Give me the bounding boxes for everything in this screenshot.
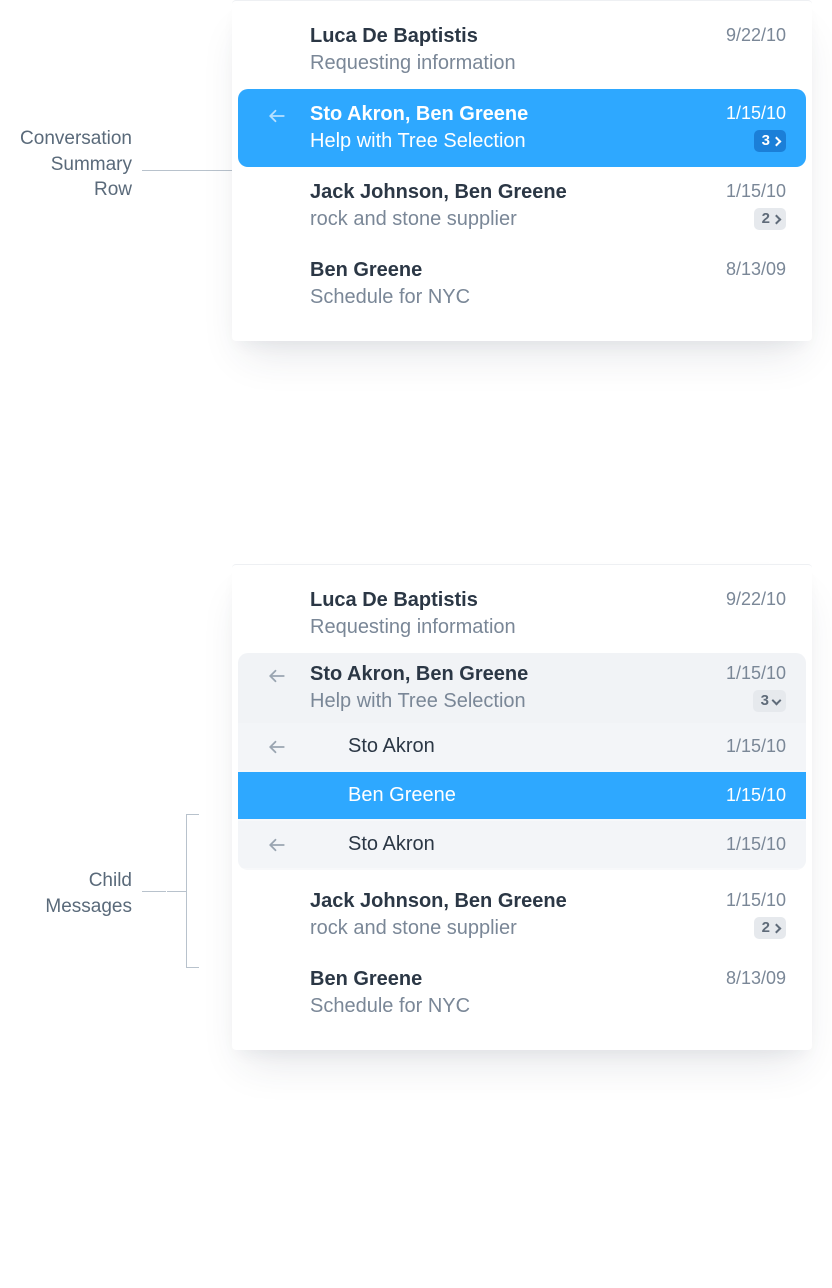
conversation-subject: Help with Tree Selection (310, 690, 722, 713)
chevron-down-icon (772, 695, 782, 705)
conversation-sender: Jack Johnson, Ben Greene (310, 181, 722, 204)
conversation-subject: Requesting information (310, 52, 722, 75)
conversation-sender: Sto Akron, Ben Greene (310, 663, 722, 686)
conversation-date: 8/13/09 (726, 968, 786, 989)
annotation-text: Conversation Summary Row (0, 126, 132, 203)
conversation-subject: Schedule for NYC (310, 995, 722, 1018)
child-message-date: 1/15/10 (726, 736, 786, 757)
annotation-connector (142, 891, 166, 892)
reply-arrow-icon (267, 106, 287, 126)
conversation-subject: Help with Tree Selection (310, 130, 722, 153)
chevron-right-icon (772, 136, 782, 146)
child-message-date: 1/15/10 (726, 834, 786, 855)
child-message-row[interactable]: Sto Akron 1/15/10 (238, 723, 806, 770)
bracket-child-messages (186, 814, 187, 968)
reply-arrow-icon (267, 666, 287, 686)
conversation-date: 1/15/10 (726, 181, 786, 202)
child-message-sender: Sto Akron (348, 735, 724, 758)
annotation-text: Child Messages (24, 868, 132, 919)
reply-arrow-icon (267, 737, 287, 757)
conversation-sender: Luca De Baptistis (310, 25, 722, 48)
reply-arrow-icon (267, 835, 287, 855)
child-messages-group: Sto Akron 1/15/10 Ben Greene 1/15/10 Sto… (238, 723, 806, 870)
conversation-row[interactable]: Ben Greene Schedule for NYC 8/13/09 (238, 954, 806, 1032)
conversation-date: 8/13/09 (726, 259, 786, 280)
conversation-row[interactable]: Luca De Baptistis Requesting information… (238, 575, 806, 653)
conversation-date: 1/15/10 (726, 663, 786, 684)
chevron-right-icon (772, 214, 782, 224)
child-message-sender: Sto Akron (348, 833, 724, 856)
child-message-date: 1/15/10 (726, 785, 786, 806)
conversation-date: 1/15/10 (726, 103, 786, 124)
conversation-row-expanded[interactable]: Sto Akron, Ben Greene Help with Tree Sel… (238, 653, 806, 723)
thread-count-badge[interactable]: 3 (753, 690, 786, 712)
chevron-right-icon (772, 923, 782, 933)
conversation-date: 1/15/10 (726, 890, 786, 911)
thread-count-badge[interactable]: 2 (754, 208, 786, 230)
conversation-sender: Luca De Baptistis (310, 589, 722, 612)
thread-count-badge[interactable]: 2 (754, 917, 786, 939)
conversation-date: 9/22/10 (726, 589, 786, 610)
conversation-list-panel-expanded: Luca De Baptistis Requesting information… (232, 564, 812, 1050)
annotation-child-messages: Child Messages (24, 868, 132, 919)
thread-count-badge[interactable]: 3 (754, 130, 786, 152)
conversation-row-selected[interactable]: Sto Akron, Ben Greene Help with Tree Sel… (238, 89, 806, 167)
child-message-row[interactable]: Sto Akron 1/15/10 (238, 821, 806, 868)
conversation-list-panel-collapsed: Luca De Baptistis Requesting information… (232, 0, 812, 341)
annotation-connector (142, 170, 232, 171)
thread-count: 3 (762, 132, 770, 150)
conversation-subject: rock and stone supplier (310, 917, 722, 940)
conversation-sender: Ben Greene (310, 259, 722, 282)
conversation-subject: Schedule for NYC (310, 286, 722, 309)
annotation-summary-row: Conversation Summary Row (0, 126, 132, 203)
thread-count: 3 (761, 692, 769, 710)
conversation-date: 9/22/10 (726, 25, 786, 46)
conversation-row[interactable]: Luca De Baptistis Requesting information… (238, 11, 806, 89)
conversation-row[interactable]: Jack Johnson, Ben Greene rock and stone … (238, 876, 806, 954)
conversation-subject: Requesting information (310, 616, 722, 639)
conversation-subject: rock and stone supplier (310, 208, 722, 231)
thread-count: 2 (762, 210, 770, 228)
child-message-row-selected[interactable]: Ben Greene 1/15/10 (238, 772, 806, 819)
conversation-sender: Sto Akron, Ben Greene (310, 103, 722, 126)
conversation-row[interactable]: Jack Johnson, Ben Greene rock and stone … (238, 167, 806, 245)
conversation-row[interactable]: Ben Greene Schedule for NYC 8/13/09 (238, 245, 806, 323)
child-message-sender: Ben Greene (348, 784, 724, 807)
thread-count: 2 (762, 919, 770, 937)
conversation-sender: Ben Greene (310, 968, 722, 991)
conversation-sender: Jack Johnson, Ben Greene (310, 890, 722, 913)
